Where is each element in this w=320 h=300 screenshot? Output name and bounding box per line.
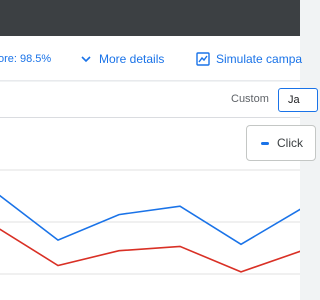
- date-range-label: Custom: [231, 93, 269, 105]
- simulate-campaign-label: Simulate campa: [216, 52, 303, 66]
- more-details-label: More details: [99, 52, 165, 66]
- series-line-2: [0, 228, 300, 273]
- more-details-button[interactable]: More details: [79, 49, 164, 69]
- optimization-score[interactable]: ore: 98.5%: [0, 53, 51, 65]
- date-range-bar: Custom Ja: [0, 82, 318, 118]
- series-line-1: [0, 194, 300, 246]
- optimization-score-text: ore: 98.5%: [0, 53, 52, 65]
- clicks-metric-chip[interactable]: Click: [246, 125, 316, 161]
- clicks-metric-label: Click: [277, 136, 303, 150]
- start-date-field[interactable]: Ja: [278, 88, 318, 112]
- top-app-bar: [0, 0, 300, 36]
- optimization-toolbar: ore: 98.5% More details Simulate campa: [0, 36, 302, 81]
- performance-chart: Click: [0, 118, 316, 300]
- chevron-down-icon: [81, 56, 91, 63]
- clicks-legend-swatch: [261, 141, 269, 145]
- simulate-campaign-button[interactable]: Simulate campa: [196, 49, 302, 69]
- chart-icon: [196, 52, 210, 66]
